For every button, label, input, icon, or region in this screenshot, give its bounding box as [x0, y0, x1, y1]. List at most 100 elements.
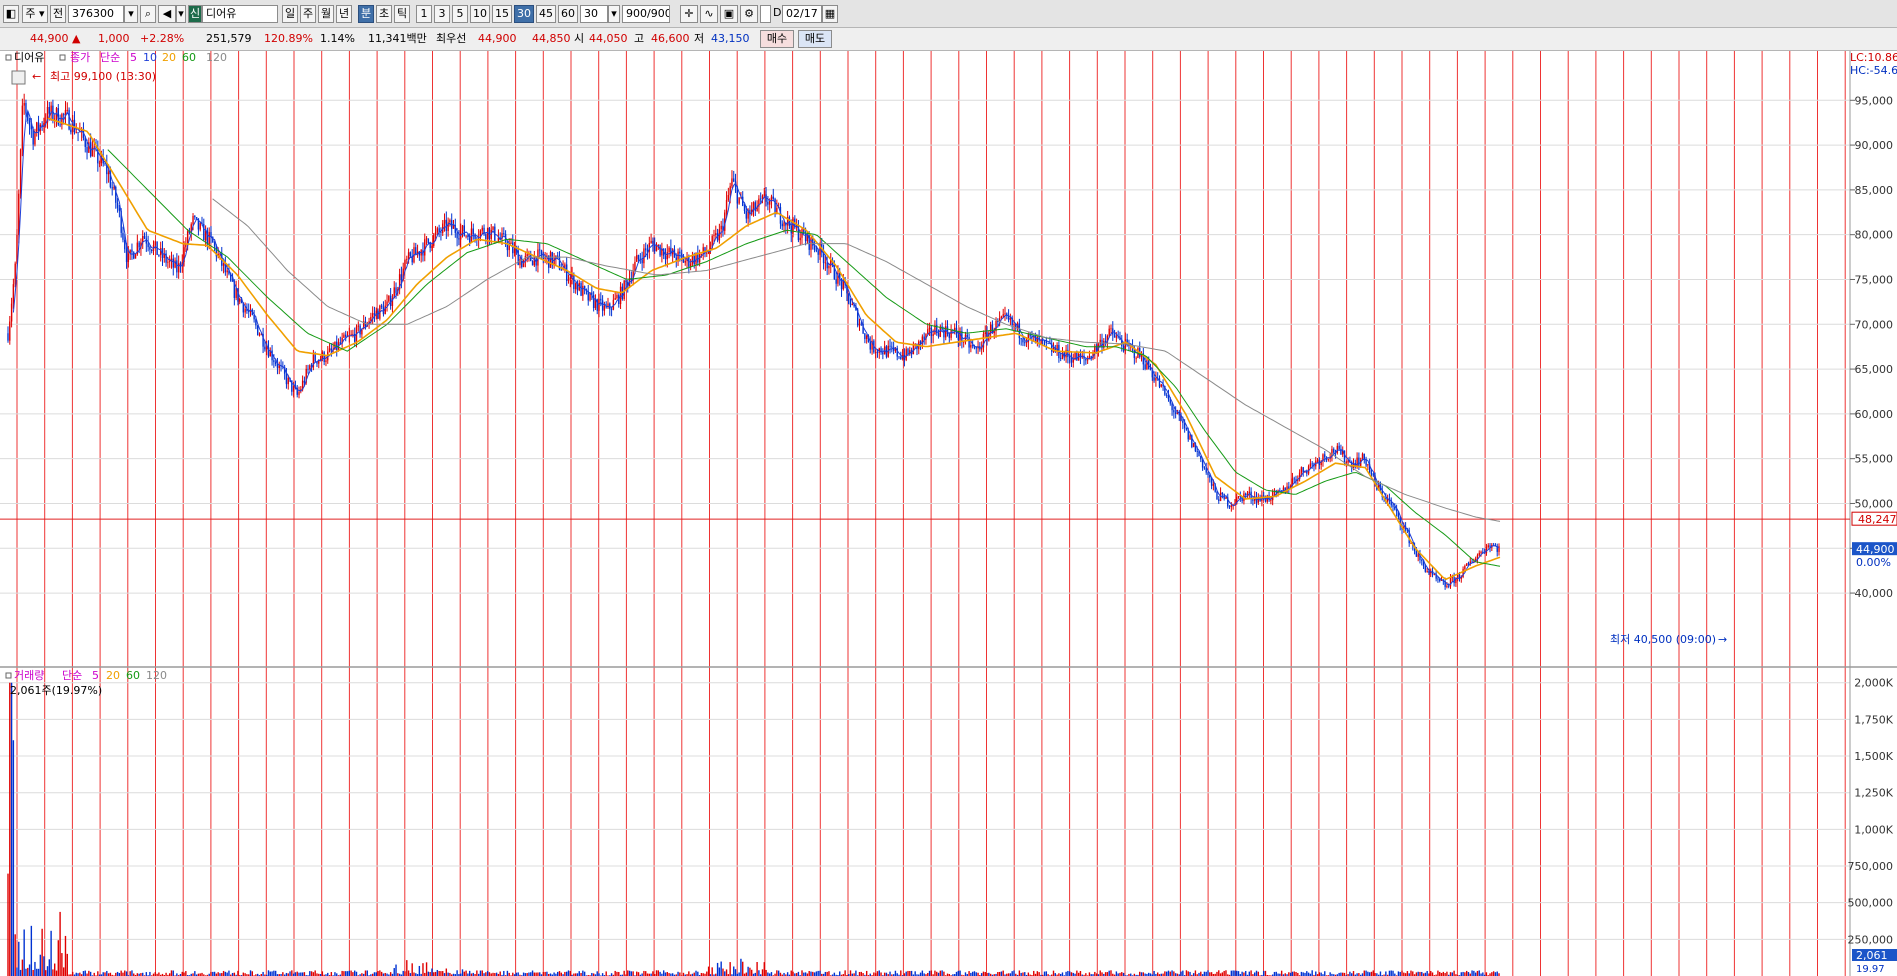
candle-body	[783, 222, 785, 227]
stock-name-field[interactable]: 디어유	[202, 5, 278, 23]
period-day[interactable]: 일	[282, 5, 298, 23]
candle-body	[900, 357, 902, 359]
period-tick[interactable]: 틱	[394, 5, 410, 23]
volume-bar	[1431, 972, 1434, 976]
volume-bar	[1094, 971, 1096, 976]
period-year[interactable]: 년	[336, 5, 352, 23]
volume-toggle-icon[interactable]	[5, 672, 12, 679]
candle-body	[966, 334, 968, 338]
volume-legend-ma20: 20	[106, 669, 120, 682]
legend-toggle-icon[interactable]	[59, 54, 66, 61]
candle-body	[503, 233, 505, 235]
type-select[interactable]: 주 ▾	[22, 5, 48, 23]
candle-body	[907, 348, 909, 355]
volume-bar	[643, 970, 645, 976]
candle-body	[975, 347, 977, 349]
candle-body	[328, 348, 331, 352]
table-view-icon[interactable]	[11, 70, 26, 85]
candle-body	[539, 249, 541, 251]
volume-bar	[249, 970, 252, 976]
candle-tool-icon[interactable]: ✛	[680, 5, 698, 23]
speaker-dropdown-icon[interactable]: ▾	[176, 5, 186, 23]
candle-body	[928, 327, 931, 330]
interval-1[interactable]: 1	[416, 5, 432, 23]
volume-tick-label: 1,500K	[1854, 750, 1893, 763]
candle-body	[1203, 467, 1206, 469]
period-second[interactable]: 초	[376, 5, 392, 23]
date-field[interactable]: 02/17	[782, 5, 822, 23]
volume-bar	[1045, 971, 1048, 976]
period-month[interactable]: 월	[318, 5, 334, 23]
code-dropdown-icon[interactable]: ▾	[124, 5, 138, 23]
ma5-line	[12, 109, 1500, 586]
candle-body	[1182, 420, 1184, 423]
trade-amount: 11,341백만	[368, 32, 427, 45]
volume-bar	[1018, 970, 1021, 976]
interval-dropdown-icon[interactable]: ▾	[608, 5, 620, 23]
period-week[interactable]: 주	[300, 5, 316, 23]
legend-simple: 단순	[100, 51, 120, 64]
speaker-icon[interactable]: ◀	[158, 5, 176, 23]
interval-3[interactable]: 3	[434, 5, 450, 23]
interval-10[interactable]: 10	[470, 5, 490, 23]
volume-bar	[1311, 970, 1313, 976]
max-price-label: 최고 99,100 (13:30)	[50, 70, 156, 83]
interval-30[interactable]: 30	[514, 5, 534, 23]
volume-bar	[928, 970, 931, 976]
volume-bar	[506, 970, 509, 976]
interval-60[interactable]: 60	[558, 5, 578, 23]
volume-bar	[1248, 971, 1251, 976]
chart-window-icon[interactable]: ◧	[3, 5, 19, 23]
candle-body	[213, 242, 216, 247]
volume-bar	[955, 971, 958, 976]
volume-bar	[883, 972, 886, 976]
interval-15[interactable]: 15	[492, 5, 512, 23]
gear-icon[interactable]: ⚙	[740, 5, 758, 23]
volume-bar	[824, 971, 827, 976]
volume-bar	[183, 972, 185, 976]
volume-tick-label: 1,750K	[1854, 713, 1893, 726]
volume-bar	[792, 971, 794, 976]
calendar-icon[interactable]: ▦	[822, 5, 838, 23]
interval-select[interactable]: 30	[580, 5, 608, 23]
volume-bar	[533, 972, 536, 976]
candle-body	[1144, 364, 1146, 369]
volume-bar	[274, 970, 277, 976]
volume-bar	[815, 971, 818, 976]
candle-body	[600, 298, 602, 301]
panel-toggle-icon[interactable]	[5, 54, 12, 61]
search-icon[interactable]: ⌕	[140, 5, 156, 23]
buy-button[interactable]: 매수	[760, 30, 794, 48]
volume-bar	[1257, 971, 1259, 976]
candle-body	[1025, 342, 1028, 344]
date-checkbox[interactable]	[760, 5, 771, 23]
volume-bar	[1401, 970, 1403, 976]
stock-code-input[interactable]: 376300	[68, 5, 124, 23]
sell-button[interactable]: 매도	[798, 30, 832, 48]
interval-45[interactable]: 45	[536, 5, 556, 23]
volume-bar	[88, 970, 90, 976]
count-field[interactable]: 900/900	[622, 5, 670, 23]
candle-body	[1020, 338, 1022, 340]
chart-area[interactable]: 95,000 90,000 85,000 80,000 75,000 70,000 65,0…	[0, 51, 1897, 976]
candle-body	[582, 286, 584, 296]
date-checkbox-label: D	[773, 6, 782, 19]
volume-tick-label: 250,000	[1848, 933, 1894, 946]
volume-bar	[185, 971, 187, 976]
volume-bar	[1209, 972, 1211, 976]
volume-bar	[1430, 970, 1432, 976]
volume-bar	[1471, 970, 1473, 976]
volume-bar	[341, 970, 343, 976]
candle-body	[461, 225, 464, 231]
volume-bar	[921, 970, 924, 976]
legend-ma5: 5	[130, 51, 137, 64]
candle-body	[713, 235, 715, 237]
save-icon[interactable]: ▣	[720, 5, 738, 23]
volume-bar	[880, 972, 882, 976]
all-toggle[interactable]: 전	[50, 5, 66, 23]
interval-5[interactable]: 5	[452, 5, 468, 23]
trend-tool-icon[interactable]: ∿	[700, 5, 718, 23]
period-minute[interactable]: 분	[358, 5, 374, 23]
volume-bar	[652, 971, 654, 976]
candle-body	[433, 235, 435, 246]
